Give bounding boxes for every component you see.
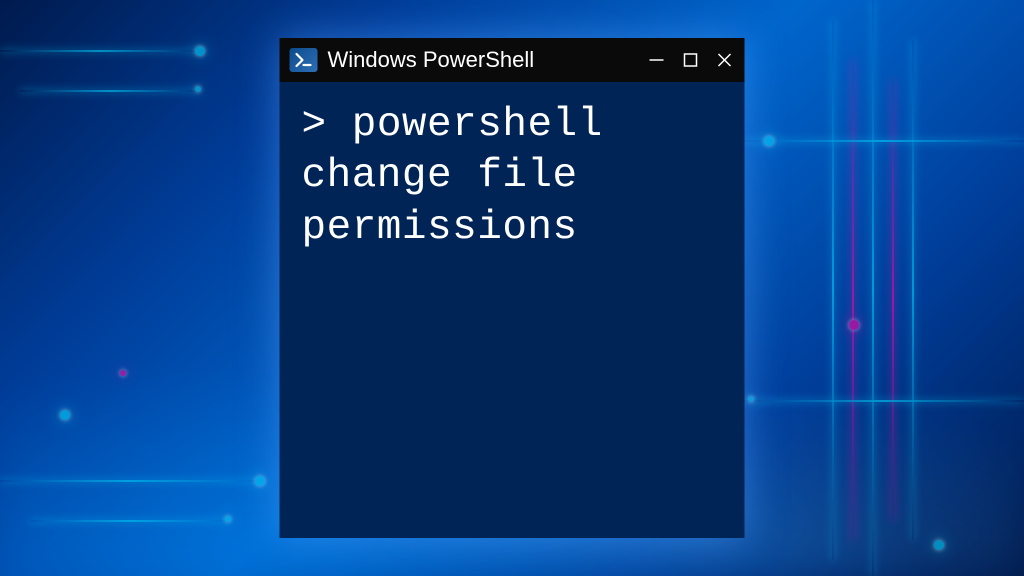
maximize-button[interactable] [681,50,701,70]
close-button[interactable] [715,50,735,70]
powershell-icon [290,48,318,72]
prompt-symbol: > [302,102,327,148]
command-line: > powershell change file permissions [302,100,723,254]
minimize-button[interactable] [647,50,667,70]
command-text: powershell change file permissions [302,102,603,251]
titlebar[interactable]: Windows PowerShell [280,38,745,82]
window-title: Windows PowerShell [328,47,637,73]
powershell-window[interactable]: Windows PowerShell > powershell change f… [280,38,745,538]
window-controls [647,50,735,70]
terminal-body[interactable]: > powershell change file permissions [280,82,745,538]
